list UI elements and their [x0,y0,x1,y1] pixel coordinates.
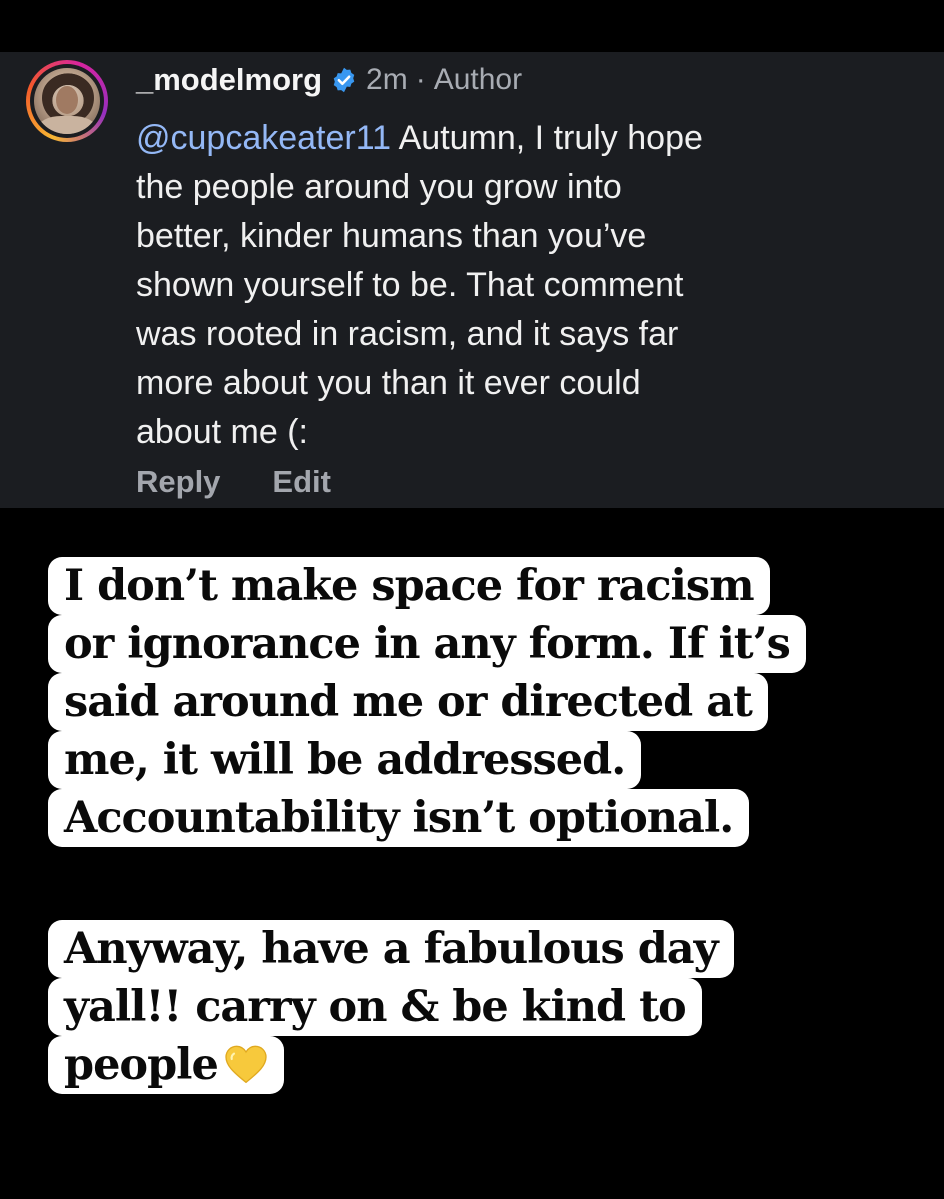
comment-header: _modelmorg 2m · Author [136,60,522,100]
username[interactable]: _modelmorg [136,62,322,98]
avatar[interactable] [26,60,108,142]
edit-button[interactable]: Edit [272,464,331,500]
comment-line: better, kinder humans than you’ve [136,217,647,255]
caption-line: or ignorance in any form. If it’s [48,615,806,673]
top-black-bar [0,0,944,52]
comment-actions: Reply Edit [136,464,331,500]
comment-line: @cupcakeater11 Autumn, I truly hope [136,119,703,157]
comment-line: was rooted in racism, and it says far [136,315,679,353]
caption-line: Anyway, have a fabulous day [48,920,734,978]
story-caption-1: I don’t make space for racism or ignoran… [48,557,806,847]
caption-line: yall!! carry on & be kind to [48,978,702,1036]
reply-button[interactable]: Reply [136,464,220,500]
comment-line: the people around you grow into [136,168,622,206]
comment-text: @cupcakeater11 Autumn, I truly hope the … [136,114,886,457]
avatar-photo [34,68,100,134]
caption-line: me, it will be addressed. [48,731,642,789]
caption-line-with-heart: people [48,1036,284,1094]
comment-card: _modelmorg 2m · Author @cupcakeater11 Au… [0,52,944,508]
story-caption-2: Anyway, have a fabulous day yall!! carry… [48,920,734,1094]
comment-line: about me (: [136,413,308,451]
caption-line: I don’t make space for racism [48,557,770,615]
verified-badge-icon [333,67,355,93]
comment-line: shown yourself to be. That comment [136,266,684,304]
meta-separator: · [415,63,426,96]
comment-time: 2m [366,63,408,96]
author-label: Author [433,63,523,96]
caption-line: said around me or directed at [48,673,768,731]
mention-link[interactable]: @cupcakeater11 [136,119,391,157]
yellow-heart-icon [225,1045,267,1084]
comment-line: more about you than it ever could [136,364,641,402]
caption-line: Accountability isn’t optional. [48,789,750,847]
